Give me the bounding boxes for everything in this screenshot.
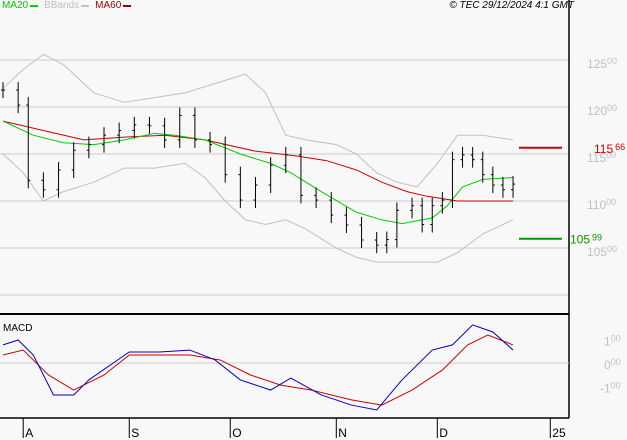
macd-y-tick-label: 000 [604, 357, 621, 372]
y-tick-major: -1 [600, 382, 611, 396]
y-tick-label: 12000 [587, 103, 617, 118]
x-tick-label: O [232, 426, 241, 440]
x-tick-label: D [439, 426, 448, 440]
macd-line [2, 324, 514, 411]
y-tick-major: 110 [587, 198, 606, 212]
ma20-line [2, 120, 514, 225]
resistance-minor: 66 [615, 142, 625, 152]
support-minor: 99 [592, 233, 602, 243]
y-tick-major: 105 [587, 245, 607, 259]
macd-label: MACD [3, 323, 32, 334]
x-tick-label: 25 [552, 426, 566, 440]
y-tick-minor: 00 [611, 357, 621, 367]
chart-svg: 1250012000115001100010500115 66105 99MACD1… [0, 0, 625, 440]
resistance-label: 115 66 [594, 142, 625, 156]
stock-chart: MA20 BBands MA60 © TEC 29/12/2024 4:1 GM… [0, 0, 627, 440]
y-tick-minor: 00 [606, 197, 616, 207]
bband-upper-line [2, 53, 514, 188]
support-major: 105 [570, 233, 590, 247]
y-tick-major: 125 [587, 57, 607, 71]
macd-y-tick-label: -100 [600, 381, 621, 396]
y-tick-label: 11000 [587, 197, 616, 212]
y-tick-label: 10500 [587, 244, 617, 259]
y-tick-minor: 00 [607, 56, 617, 66]
macd-signal-line [2, 334, 514, 406]
y-tick-minor: 00 [611, 381, 621, 391]
y-tick-minor: 00 [607, 244, 617, 254]
ma60-line [2, 120, 514, 202]
x-tick-label: N [338, 426, 347, 440]
y-tick-minor: 00 [607, 103, 617, 113]
x-tick-label: A [25, 426, 33, 440]
y-tick-minor: 00 [611, 334, 621, 344]
x-tick-label: S [131, 426, 139, 440]
bband-lower-line [2, 153, 514, 263]
macd-y-tick-label: 100 [604, 334, 621, 349]
resistance-major: 115 [594, 142, 613, 156]
y-tick-major: 120 [587, 104, 607, 118]
y-tick-label: 12500 [587, 56, 617, 71]
